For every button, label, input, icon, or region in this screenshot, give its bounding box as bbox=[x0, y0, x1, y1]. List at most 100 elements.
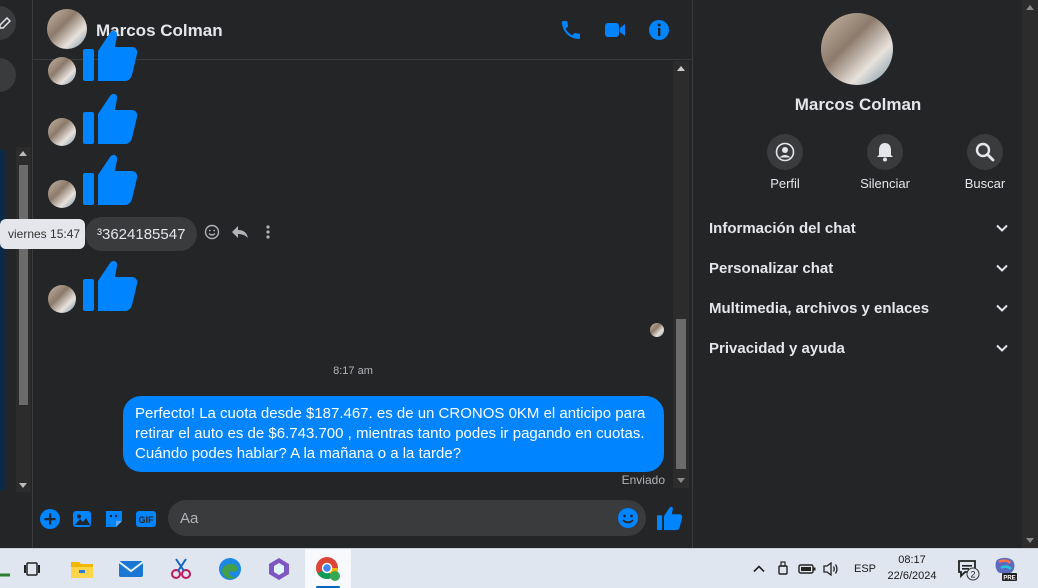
contact-avatar[interactable] bbox=[47, 9, 87, 49]
search-label: Buscar bbox=[964, 176, 1006, 191]
messenger-window: Marcos Colman viernes 15:47 ³3624185547 bbox=[0, 0, 1038, 588]
section-label: Privacidad y ayuda bbox=[709, 339, 845, 357]
task-view-icon[interactable] bbox=[18, 555, 46, 583]
chat-list-scrollbar[interactable] bbox=[16, 147, 31, 492]
selected-chat-highlight bbox=[0, 150, 6, 490]
gif-icon[interactable]: GIF bbox=[135, 508, 157, 530]
mute-label: Silenciar bbox=[860, 176, 910, 191]
copilot-icon[interactable]: PRE bbox=[991, 555, 1019, 583]
compose-icon bbox=[0, 17, 11, 29]
edge-browser-icon[interactable] bbox=[216, 555, 244, 583]
react-icon[interactable] bbox=[203, 223, 221, 241]
conversation-scrollbar[interactable] bbox=[673, 61, 689, 488]
profile-icon bbox=[775, 142, 795, 162]
section-label: Personalizar chat bbox=[709, 259, 834, 277]
system-tray: ESP bbox=[752, 549, 876, 588]
mute-icon-circle[interactable] bbox=[867, 134, 903, 170]
chevron-down-icon bbox=[996, 264, 1008, 272]
scroll-down-icon[interactable] bbox=[677, 478, 685, 483]
mail-icon[interactable] bbox=[117, 555, 145, 583]
file-explorer-icon[interactable] bbox=[68, 555, 96, 583]
details-sections: Información del chat Personalizar chat M… bbox=[709, 208, 1009, 368]
section-chat-info[interactable]: Información del chat bbox=[709, 208, 1009, 248]
chevron-down-icon bbox=[996, 224, 1008, 232]
like-icon[interactable] bbox=[83, 90, 139, 146]
send-like-icon[interactable] bbox=[657, 505, 683, 531]
profile-label: Perfil bbox=[770, 176, 800, 191]
profile-name: Marcos Colman bbox=[794, 95, 922, 114]
phone-call-icon[interactable] bbox=[559, 18, 583, 42]
like-icon[interactable] bbox=[83, 27, 139, 83]
video-call-icon[interactable] bbox=[603, 18, 627, 42]
reply-icon[interactable] bbox=[231, 223, 249, 241]
battery-icon[interactable] bbox=[798, 563, 816, 575]
sender-avatar bbox=[48, 285, 76, 313]
section-privacy-help[interactable]: Privacidad y ayuda bbox=[709, 328, 1009, 368]
page-scrollbar[interactable] bbox=[1022, 0, 1038, 548]
chat-list-panel bbox=[0, 0, 33, 548]
search-button[interactable]: Buscar bbox=[949, 134, 1021, 191]
like-icon[interactable] bbox=[83, 151, 139, 207]
gif-label: GIF bbox=[139, 515, 155, 525]
search-chats-input[interactable] bbox=[0, 58, 16, 92]
system-clock[interactable]: 08:17 22/6/2024 bbox=[876, 552, 948, 584]
profile-button[interactable]: Perfil bbox=[749, 134, 821, 191]
bell-icon bbox=[877, 143, 893, 162]
scroll-down-icon[interactable] bbox=[19, 483, 27, 488]
notification-count: 2 bbox=[970, 570, 975, 580]
chevron-up-icon[interactable] bbox=[752, 562, 766, 576]
new-message-button[interactable] bbox=[0, 6, 16, 40]
copilot-app-icon[interactable] bbox=[265, 555, 293, 583]
volume-icon[interactable] bbox=[822, 561, 840, 577]
emoji-icon[interactable] bbox=[617, 507, 639, 529]
chevron-down-icon bbox=[996, 304, 1008, 312]
scroll-up-icon[interactable] bbox=[677, 66, 685, 71]
plus-circle-icon[interactable] bbox=[39, 508, 61, 530]
incoming-message-bubble[interactable]: ³3624185547 bbox=[85, 217, 198, 251]
scrollbar-thumb[interactable] bbox=[676, 319, 686, 469]
conversation-details-panel: Marcos Colman Perfil Silenciar Buscar In… bbox=[692, 0, 1022, 548]
mute-button[interactable]: Silenciar bbox=[849, 134, 921, 191]
chevron-down-icon bbox=[996, 344, 1008, 352]
sticker-icon[interactable] bbox=[103, 508, 125, 530]
profile-actions: Perfil Silenciar Buscar bbox=[749, 134, 1021, 191]
sender-avatar bbox=[48, 118, 76, 146]
outgoing-message-bubble[interactable]: Perfecto! La cuota desde $187.467. es de… bbox=[123, 396, 664, 472]
conversation-panel: Marcos Colman viernes 15:47 ³3624185547 bbox=[0, 0, 691, 548]
clock-date: 22/6/2024 bbox=[887, 570, 937, 582]
profile-icon-circle[interactable] bbox=[767, 134, 803, 170]
language-indicator[interactable]: ESP bbox=[854, 563, 876, 575]
copilot-badge: PRE bbox=[1003, 576, 1015, 582]
section-label: Multimedia, archivos y enlaces bbox=[709, 299, 930, 317]
photo-icon[interactable] bbox=[71, 508, 93, 530]
section-label: Información del chat bbox=[709, 219, 856, 237]
info-icon[interactable] bbox=[647, 18, 671, 42]
windows-taskbar: ESP 08:17 22/6/2024 2 PRE bbox=[0, 548, 1038, 588]
scroll-up-icon[interactable] bbox=[1026, 5, 1034, 10]
message-status: Enviado bbox=[621, 473, 665, 487]
scroll-up-icon[interactable] bbox=[19, 151, 27, 156]
like-icon[interactable] bbox=[83, 257, 139, 313]
clock-time: 08:17 bbox=[898, 554, 926, 566]
profile-avatar[interactable] bbox=[821, 13, 893, 85]
scroll-down-icon[interactable] bbox=[1026, 538, 1034, 543]
usb-device-icon[interactable] bbox=[776, 561, 790, 577]
search-icon-circle[interactable] bbox=[967, 134, 1003, 170]
read-receipt-avatar bbox=[650, 323, 664, 337]
more-options-icon[interactable] bbox=[259, 223, 277, 241]
section-customize-chat[interactable]: Personalizar chat bbox=[709, 248, 1009, 288]
sender-avatar bbox=[48, 57, 76, 85]
sender-avatar bbox=[48, 180, 76, 208]
snipping-tool-icon[interactable] bbox=[167, 555, 195, 583]
start-icon[interactable] bbox=[0, 555, 18, 583]
timestamp-tooltip: viernes 15:47 bbox=[0, 219, 85, 249]
scrollbar-thumb[interactable] bbox=[19, 165, 28, 405]
notification-center-icon[interactable]: 2 bbox=[954, 555, 982, 583]
message-composer: GIF bbox=[33, 490, 691, 548]
section-media-files-links[interactable]: Multimedia, archivos y enlaces bbox=[709, 288, 1009, 328]
message-actions bbox=[203, 223, 277, 241]
search-icon bbox=[975, 142, 995, 162]
chrome-browser-icon[interactable] bbox=[314, 555, 342, 583]
time-divider: 8:17 am bbox=[333, 365, 373, 377]
message-input[interactable] bbox=[168, 500, 646, 536]
